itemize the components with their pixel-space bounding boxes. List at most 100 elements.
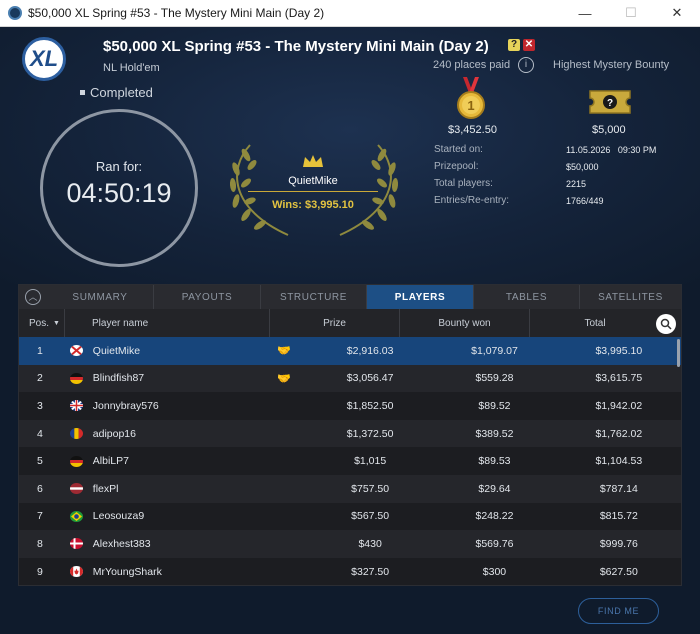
row-total: $627.50	[599, 565, 638, 578]
row-pos: 8	[37, 537, 43, 550]
top-bounty-value: $5,000	[592, 124, 626, 136]
chevron-up-icon: ︿	[25, 289, 41, 305]
collapse-button[interactable]: ︿	[19, 285, 47, 309]
col-pos[interactable]: Pos. ▼	[19, 309, 65, 337]
row-pos: 5	[37, 455, 43, 468]
col-player-name[interactable]: Player name	[65, 309, 270, 337]
tab-summary[interactable]: SUMMARY	[47, 285, 154, 309]
table-header: Pos. ▼ Player name Prize Bounty won Total	[19, 309, 681, 337]
row-pos: 6	[37, 482, 43, 495]
col-total[interactable]: Total	[530, 309, 660, 337]
row-player-name: QuietMike	[92, 344, 141, 357]
tab-structure[interactable]: STRUCTURE	[261, 285, 367, 309]
row-bounty: $569.76	[475, 537, 514, 550]
window-titlebar: $50,000 XL Spring #53 - The Mystery Mini…	[0, 0, 700, 27]
row-bounty: $559.28	[475, 372, 514, 385]
crown-icon	[303, 155, 323, 167]
ran-for-label: Ran for:	[95, 159, 143, 174]
total-players-value: 2215	[566, 179, 587, 189]
row-pos: 3	[37, 399, 43, 412]
winner-name: QuietMike	[288, 175, 338, 187]
row-bounty: $89.52	[478, 399, 511, 412]
row-pos: 1	[37, 344, 43, 357]
table-scrollbar[interactable]	[677, 339, 680, 367]
maximize-button[interactable]: ☐	[608, 0, 654, 27]
row-prize: $3,056.47	[346, 372, 394, 385]
row-pos: 7	[37, 510, 43, 523]
row-total: $3,995.10	[595, 344, 643, 357]
table-row[interactable]: 1 QuietMike 🤝 $2,916.03 $1,079.07 $3,995…	[19, 337, 681, 365]
tournament-title: $50,000 XL Spring #53 - The Mystery Mini…	[103, 38, 489, 55]
ran-for-time: 04:50:19	[66, 178, 172, 208]
row-prize: $327.50	[351, 565, 390, 578]
flag-germany-icon	[69, 455, 83, 467]
app-icon	[8, 6, 22, 20]
tab-tables[interactable]: TABLES	[474, 285, 580, 309]
table-row[interactable]: 5 AlbiLP7 $1,015 $89.53 $1,104.53	[19, 447, 681, 475]
total-players-label: Total players:	[434, 178, 493, 189]
row-pos: 4	[37, 427, 43, 440]
row-total: $1,942.02	[595, 399, 643, 412]
xl-logo: XL	[22, 37, 66, 81]
row-prize: $1,015	[354, 455, 387, 468]
tab-payouts[interactable]: PAYOUTS	[154, 285, 261, 309]
info-icon[interactable]: i	[518, 57, 534, 73]
row-player-name: AlbiLP7	[92, 455, 129, 468]
row-pos: 2	[37, 372, 43, 385]
flag-canada-icon	[69, 566, 83, 578]
table-row[interactable]: 3 Jonnybray576 $1,852.50 $89.52 $1,942.0…	[19, 392, 681, 420]
window-title: $50,000 XL Spring #53 - The Mystery Mini…	[28, 6, 325, 20]
knockout-badge-icon: ✕	[523, 39, 535, 51]
table-row[interactable]: 8 Alexhest383 $430 $569.76 $999.76	[19, 530, 681, 558]
table-row[interactable]: 4 adipop16 $1,372.50 $389.52 $1,762.02	[19, 419, 681, 448]
prizepool-value: $50,000	[566, 162, 599, 172]
minimize-button[interactable]: —	[562, 0, 608, 27]
mystery-bounty-ticket-icon: ?	[589, 90, 631, 114]
search-button[interactable]	[656, 314, 676, 334]
row-player-name: Leosouza9	[92, 510, 145, 523]
status-badge: Completed	[80, 85, 153, 100]
players-table: 1 QuietMike 🤝 $2,916.03 $1,079.07 $3,995…	[19, 337, 681, 586]
deal-handshake-icon: 🤝	[277, 345, 291, 358]
row-total: $787.14	[599, 482, 638, 495]
flag-jersey-icon	[69, 345, 83, 357]
flag-latvia-icon	[69, 483, 83, 495]
row-player-name: MrYoungShark	[92, 565, 162, 578]
flag-brazil-icon	[69, 510, 83, 522]
row-total: $999.76	[599, 537, 638, 550]
col-bounty[interactable]: Bounty won	[400, 309, 530, 337]
row-total: $815.72	[599, 510, 638, 523]
row-player-name: flexPl	[92, 482, 119, 495]
row-player-name: adipop16	[92, 427, 136, 440]
table-row[interactable]: 7 Leosouza9 $567.50 $248.22 $815.72	[19, 502, 681, 531]
svg-text:?: ?	[607, 98, 613, 109]
started-on-label: Started on:	[434, 144, 483, 155]
first-place-medal-icon: 1	[457, 77, 485, 119]
places-paid: 240 places paid	[433, 59, 511, 71]
col-prize[interactable]: Prize	[270, 309, 400, 337]
row-bounty: $1,079.07	[471, 344, 518, 357]
find-me-button[interactable]: FIND ME	[578, 598, 659, 624]
game-type: NL Hold'em	[103, 62, 160, 74]
table-row[interactable]: 9 MrYoungShark $327.50 $300 $627.50	[19, 557, 681, 586]
table-row[interactable]: 6 flexPl $757.50 $29.64 $787.14	[19, 474, 681, 503]
row-total: $3,615.75	[595, 372, 643, 385]
row-prize: $430	[358, 537, 382, 550]
row-player-name: Alexhest383	[92, 537, 151, 550]
tab-players[interactable]: PLAYERS	[367, 285, 474, 309]
first-prize-value: $3,452.50	[448, 124, 497, 136]
row-prize: $1,372.50	[346, 427, 394, 440]
table-row[interactable]: 2 Blindfish87 🤝 $3,056.47 $559.28 $3,615…	[19, 364, 681, 393]
row-prize: $757.50	[351, 482, 390, 495]
row-total: $1,104.53	[595, 455, 643, 468]
winner-winnings: Wins: $3,995.10	[272, 199, 354, 211]
started-on-value: 11.05.2026 09:30 PM	[566, 145, 657, 155]
flag-germany-icon	[69, 372, 83, 384]
status-square-icon	[80, 90, 85, 95]
tab-satellites[interactable]: SATELLITES	[580, 285, 681, 309]
row-bounty: $300	[482, 565, 507, 578]
row-prize: $1,852.50	[346, 399, 394, 412]
close-button[interactable]: ✕	[654, 0, 700, 27]
row-player-name: Blindfish87	[92, 372, 145, 385]
row-bounty: $389.52	[475, 427, 514, 440]
